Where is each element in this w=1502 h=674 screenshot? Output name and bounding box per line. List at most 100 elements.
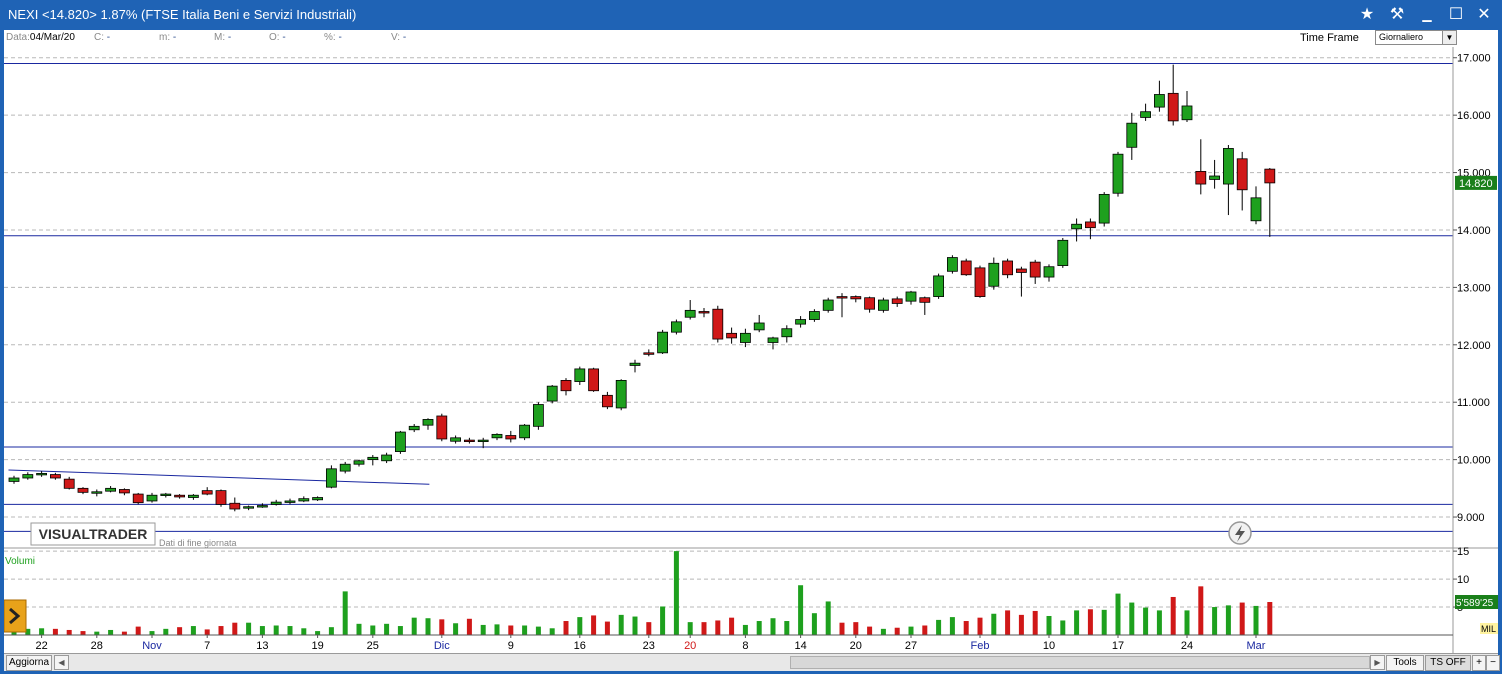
candle-body [781, 328, 793, 338]
volume-bar [439, 619, 445, 635]
candle-body [187, 494, 199, 498]
candle-body [132, 493, 144, 504]
candle-body [588, 368, 599, 392]
candle [822, 297, 834, 313]
unit-label: MIL [1481, 624, 1496, 634]
x-tick-label: 19 [311, 640, 323, 652]
volume-bar [466, 618, 472, 635]
timeframe-select[interactable]: Giornaliero ▼ [1375, 30, 1457, 45]
tools-icon[interactable]: ⚒ [1385, 4, 1409, 26]
x-tick-label: 22 [35, 640, 47, 652]
candle-body [740, 332, 751, 343]
candle [132, 492, 144, 505]
x-tick-label: Feb [971, 640, 990, 652]
scroll-left-icon[interactable]: ◀ [54, 655, 69, 670]
star-icon[interactable]: ★ [1355, 4, 1379, 26]
info-bar: Data:04/Mar/20 C: - m: - M: - O: - %: - … [4, 30, 1498, 47]
candle-body [367, 456, 379, 461]
volume-bar [425, 618, 431, 635]
volume-bar [798, 585, 804, 635]
volume-bar [770, 618, 776, 635]
candle [1057, 238, 1069, 268]
volume-bar [729, 617, 735, 635]
candle-body [201, 490, 213, 495]
candle-body [1223, 148, 1234, 185]
candle-body [615, 379, 627, 409]
volume-bar [825, 601, 831, 635]
candle-body [381, 454, 393, 462]
volume-bar [880, 628, 886, 635]
volume-bar [287, 626, 293, 635]
watermark-subtitle: Dati di fine giornata [159, 538, 237, 548]
candle-body [1195, 171, 1207, 185]
volume-bar [756, 621, 762, 635]
volume-bar [991, 613, 997, 635]
last-price-label: 14.820 [1459, 178, 1493, 190]
volume-bar [149, 631, 155, 635]
x-tick-label: 20 [684, 640, 696, 652]
title-bar[interactable]: NEXI <14.820> 1.87% (FTSE Italia Beni e … [0, 0, 1502, 30]
x-tick-label: 8 [742, 640, 748, 652]
candle-body [284, 500, 296, 503]
volume-bar [949, 617, 955, 635]
scroll-right-icon[interactable]: ▶ [1370, 655, 1385, 670]
candle-body [864, 297, 875, 310]
ts-off-button[interactable]: TS OFF [1425, 655, 1471, 671]
candle-body [836, 296, 848, 299]
volume-bar [535, 626, 541, 635]
chevron-right-icon[interactable] [4, 599, 27, 633]
candle-body [795, 319, 806, 325]
info-high: M: - [214, 32, 232, 43]
candle-body [119, 489, 130, 494]
volume-bar [618, 614, 624, 635]
candle-body [629, 362, 641, 366]
candle [436, 413, 448, 442]
lightning-icon[interactable] [1228, 521, 1252, 545]
maximize-icon[interactable]: ☐ [1444, 4, 1468, 26]
volume-bar [1115, 593, 1121, 635]
volume-bar [66, 629, 72, 635]
candle-body [63, 478, 75, 489]
scrollbar-thumb[interactable] [790, 656, 1370, 669]
dropdown-arrow-icon[interactable]: ▼ [1442, 31, 1456, 44]
tools-button[interactable]: Tools [1386, 655, 1424, 671]
candle [1098, 192, 1110, 227]
candle-body [643, 352, 655, 355]
candle-body [1236, 158, 1248, 191]
chart-area[interactable]: 9.00010.00011.00012.00013.00014.00015.00… [4, 47, 1498, 653]
zoom-out-button[interactable]: − [1486, 655, 1500, 671]
info-close: C: - [94, 32, 111, 43]
candle [947, 255, 958, 274]
close-icon[interactable]: ✕ [1472, 4, 1496, 26]
volume-bar [1170, 596, 1176, 635]
candle [960, 258, 972, 276]
candle-body [463, 439, 475, 443]
candle [519, 424, 530, 441]
zoom-in-button[interactable]: + [1472, 655, 1486, 671]
candle-body [1209, 175, 1220, 180]
y-tick-label: 12.000 [1457, 340, 1491, 352]
volume-bar [218, 626, 224, 635]
x-tick-label: 28 [91, 640, 103, 652]
y-tick-label: 16.000 [1457, 110, 1491, 122]
volume-tick-label: 15 [1457, 546, 1469, 558]
volume-bar [384, 623, 390, 635]
volume-bar [52, 628, 58, 635]
candle-body [533, 404, 544, 427]
volume-bar [1198, 586, 1204, 635]
candle [657, 329, 668, 354]
volume-bar [646, 622, 652, 635]
volume-bar [315, 631, 321, 635]
minimize-icon[interactable]: ▁ [1415, 4, 1439, 26]
timeframe-label: Time Frame [1300, 32, 1359, 44]
candle-body [726, 332, 737, 339]
volume-bar [1087, 609, 1093, 635]
candle-body [974, 267, 986, 297]
volume-bar [1032, 610, 1038, 635]
volume-bar [1253, 605, 1259, 635]
candle-body [1002, 260, 1013, 276]
volume-bar [1156, 610, 1162, 635]
refresh-button[interactable]: Aggiorna [6, 655, 52, 671]
candle-body [809, 311, 820, 320]
volume-bar [1212, 607, 1218, 635]
